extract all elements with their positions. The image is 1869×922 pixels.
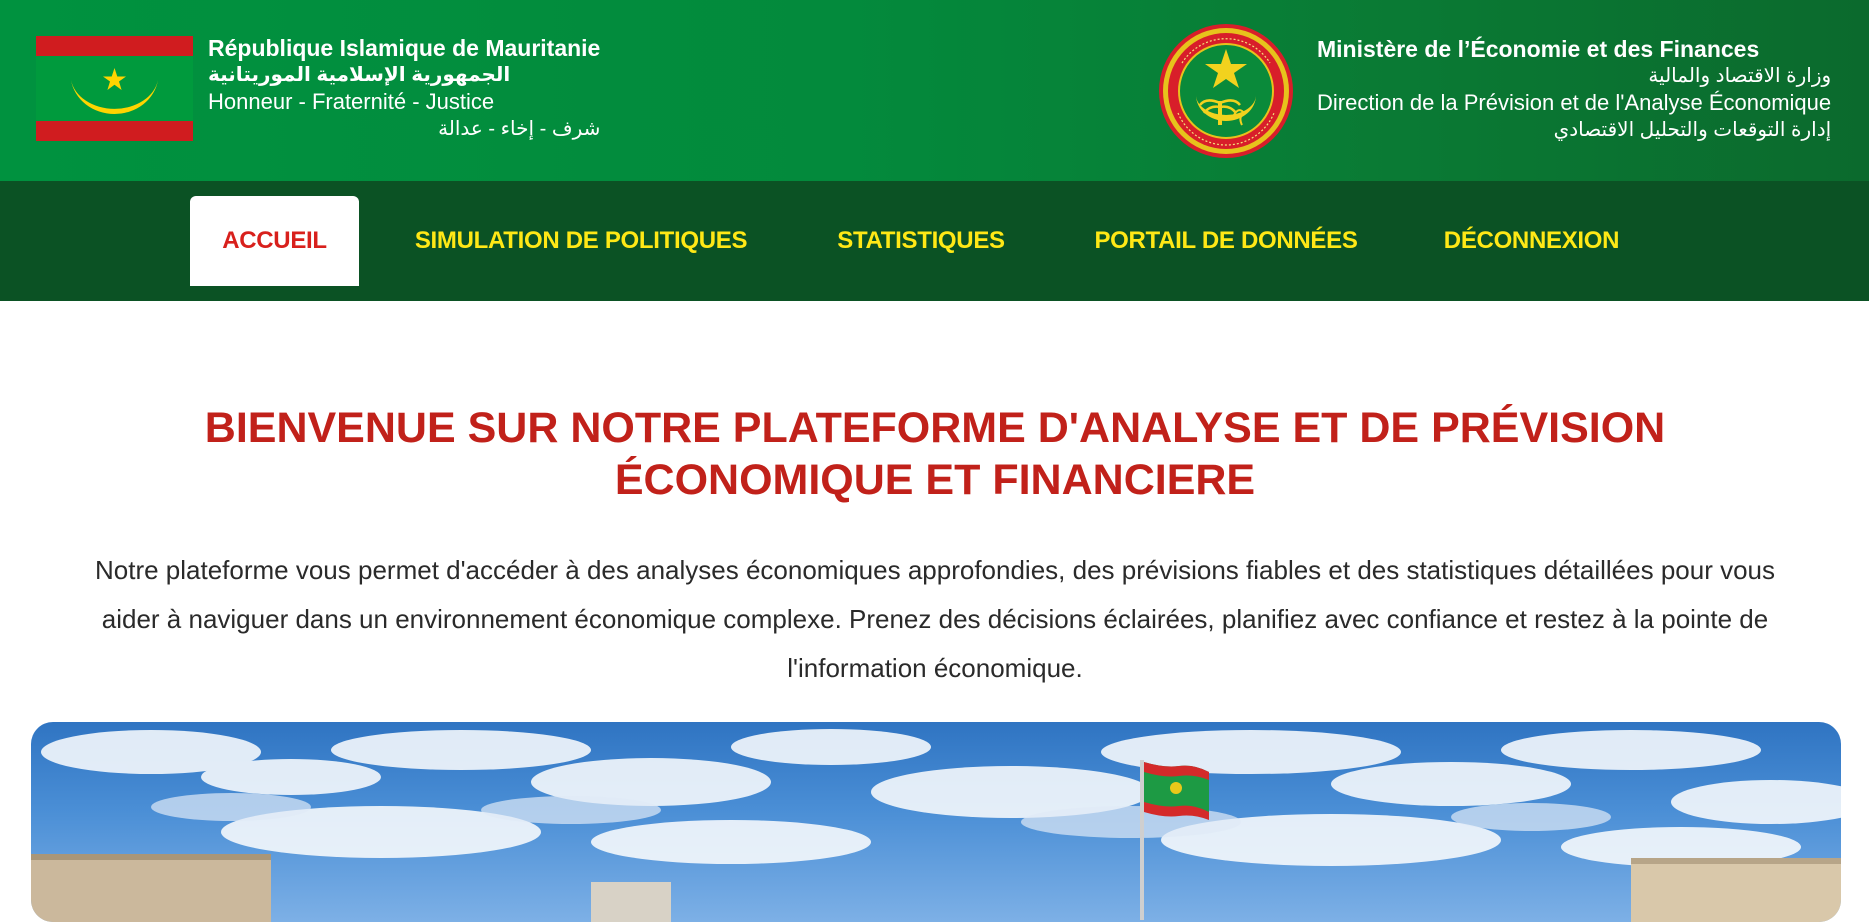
national-seal-icon <box>1159 24 1293 158</box>
building-with-flag-image <box>31 722 1841 922</box>
motto-ar: شرف - إخاء - عدالة <box>438 118 601 140</box>
direction-name-fr: Direction de la Prévision et de l'Analys… <box>1317 90 1832 115</box>
nav-statistiques[interactable]: STATISTIQUES <box>820 196 1022 286</box>
page-title: BIENVENUE SUR NOTRE PLATEFORME D'ANALYSE… <box>60 402 1810 506</box>
motto-fr: Honneur - Fraternité - Justice <box>208 89 495 114</box>
intro-line-1: Notre plateforme vous permet d'accéder à… <box>94 555 1776 585</box>
ministry-name-ar: وزارة الاقتصاد والمالية <box>1648 65 1832 87</box>
country-name-fr: République Islamique de Mauritanie <box>208 35 601 61</box>
nav-accueil[interactable]: ACCUEIL <box>190 196 359 286</box>
intro-line-2: aider à naviguer dans un environnement é… <box>101 604 1769 634</box>
nav-simulation-de-politiques[interactable]: SIMULATION DE POLITIQUES <box>405 196 757 286</box>
nav-portail-de-donnees[interactable]: PORTAIL DE DONNÉES <box>1088 196 1364 286</box>
country-name-ar: الجمهورية الإسلامية الموريتانية <box>208 64 511 86</box>
ministry-name-fr: Ministère de l’Économie et des Finances <box>1317 36 1760 62</box>
intro-line-3: l'information économique. <box>787 653 1083 683</box>
intro-paragraph: Notre plateforme vous permet d'accéder à… <box>50 546 1820 693</box>
page-title-line-1: BIENVENUE SUR NOTRE PLATEFORME D'ANALYSE… <box>204 404 1666 452</box>
country-identity: République Islamique de Mauritanie الجمه… <box>208 34 600 142</box>
nav-deconnexion[interactable]: DÉCONNEXION <box>1430 196 1633 286</box>
ministry-identity: Ministère de l’Économie et des Finances … <box>1317 35 1831 143</box>
mauritania-flag-icon <box>36 36 193 141</box>
page-title-line-2: ÉCONOMIQUE ET FINANCIERE <box>614 456 1256 504</box>
top-header: République Islamique de Mauritanie الجمه… <box>0 0 1869 181</box>
direction-name-ar: إدارة التوقعات والتحليل الاقتصادي <box>1553 119 1832 141</box>
main-navigation: ACCUEIL SIMULATION DE POLITIQUES STATIST… <box>0 181 1869 301</box>
